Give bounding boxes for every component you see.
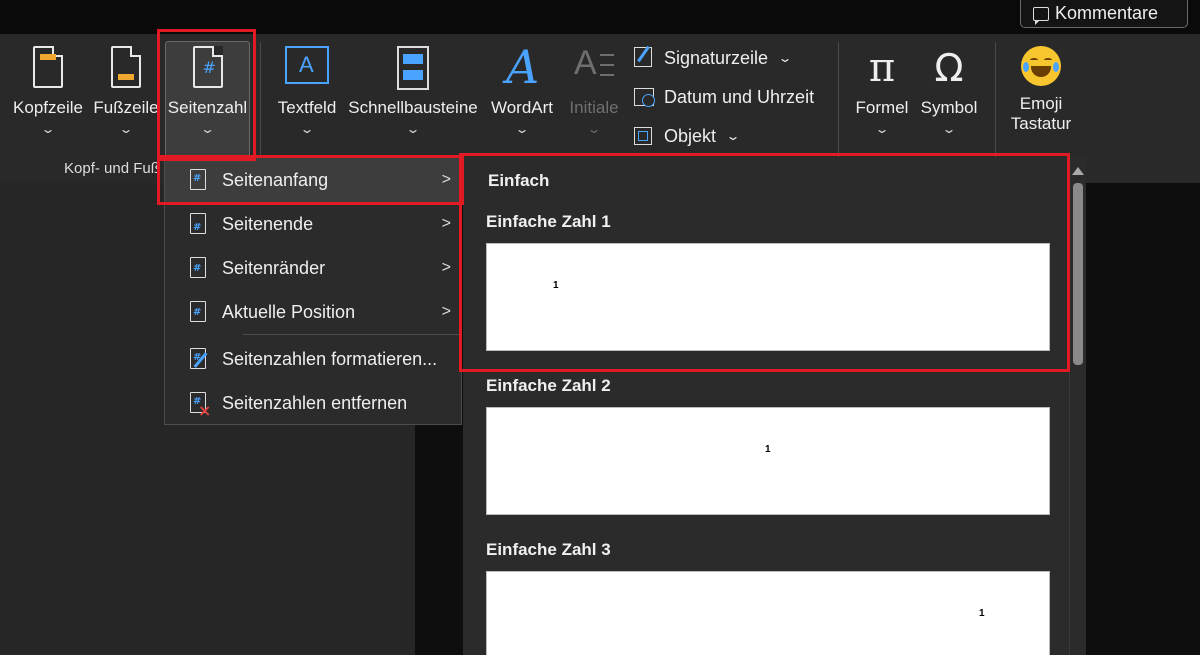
object-icon	[634, 125, 656, 147]
chevron-right-icon: >	[441, 259, 451, 276]
datum-uhrzeit-button[interactable]: Datum und Uhrzeit	[634, 86, 814, 108]
format-page-numbers-icon: #	[187, 347, 209, 371]
chevron-right-icon: >	[441, 171, 451, 188]
textfeld-button[interactable]: A Textfeld ⌄	[274, 46, 340, 135]
comments-label: Kommentare	[1055, 3, 1159, 23]
seitenzahl-label: Seitenzahl	[167, 98, 248, 117]
chevron-down-icon: ⌄	[725, 129, 741, 143]
wordart-icon: A	[506, 40, 540, 94]
schnellbausteine-label: Schnellbausteine	[348, 98, 478, 117]
ribbon-divider	[995, 42, 996, 170]
pi-icon: π	[868, 45, 896, 91]
seitenzahl-menu: # Seitenanfang > # Seitenende > # Seiten…	[164, 157, 462, 425]
chevron-down-icon: ⌄	[586, 122, 602, 136]
page-number-preview: 1	[979, 608, 985, 619]
menu-item-label: Seitenende	[222, 213, 314, 234]
signaturzeile-button[interactable]: Signaturzeile ⌄	[634, 45, 793, 69]
datum-label: Datum und Uhrzeit	[664, 86, 815, 107]
emoji-icon	[1021, 46, 1061, 86]
scrollbar-thumb[interactable]	[1073, 183, 1083, 365]
menu-item-seitenende[interactable]: # Seitenende >	[165, 202, 461, 246]
schnellbausteine-button[interactable]: Schnellbausteine ⌄	[346, 46, 480, 135]
seitenzahl-content[interactable]: # Seitenzahl ⌄	[165, 46, 250, 135]
objekt-label: Objekt	[664, 125, 717, 146]
chevron-down-icon: ⌄	[777, 51, 793, 65]
fusszeile-button[interactable]: Fußzeile ⌄	[92, 46, 160, 135]
page-bottom-icon: #	[187, 212, 209, 236]
menu-item-seitenraender[interactable]: # Seitenränder >	[165, 246, 461, 290]
chevron-right-icon: >	[441, 215, 451, 232]
initiale-label: Initiale	[569, 98, 619, 117]
menu-item-entfernen[interactable]: # × Seitenzahlen entfernen	[165, 381, 461, 425]
textbox-icon: A	[285, 46, 329, 84]
formel-label: Formel	[855, 98, 909, 117]
kopfzeile-button[interactable]: Kopfzeile ⌄	[10, 46, 86, 135]
kopfzeile-label: Kopfzeile	[13, 98, 83, 117]
wordart-label: WordArt	[490, 98, 554, 117]
fusszeile-label: Fußzeile	[93, 98, 159, 117]
gallery-option-einfache-zahl-2[interactable]: 1	[486, 407, 1050, 515]
objekt-button[interactable]: Objekt ⌄	[634, 125, 741, 147]
quick-parts-icon	[397, 46, 429, 90]
emoji-keyboard-button[interactable]: Emoji Tastatur	[1004, 46, 1078, 134]
gallery-scrollbar[interactable]	[1069, 157, 1086, 655]
signaturzeile-label: Signaturzeile	[664, 47, 769, 68]
symbol-label: Symbol	[920, 98, 978, 117]
menu-item-label: Seitenzahlen formatieren...	[222, 348, 438, 369]
footer-icon	[111, 46, 141, 88]
signature-line-icon	[634, 45, 656, 69]
tastatur-label: Tastatur	[1010, 114, 1072, 133]
menu-item-aktuelle-position[interactable]: # Aktuelle Position >	[165, 290, 461, 334]
gallery-option-einfache-zahl-3[interactable]: 1	[486, 571, 1050, 655]
chevron-down-icon: ⌄	[941, 122, 957, 136]
menu-item-label: Seitenzahlen entfernen	[222, 392, 408, 413]
initiale-button[interactable]: A Initiale ⌄	[564, 44, 624, 135]
ribbon-divider	[838, 42, 839, 170]
emoji-label: Emoji	[1019, 94, 1063, 113]
comment-icon	[1033, 6, 1049, 25]
comments-button[interactable]: Kommentare	[1020, 0, 1188, 28]
ribbon-divider	[260, 42, 261, 170]
textfeld-label: Textfeld	[277, 98, 337, 117]
symbol-button[interactable]: Ω Symbol ⌄	[916, 46, 982, 135]
page-number-preview: 1	[765, 444, 771, 455]
omega-icon: Ω	[934, 46, 964, 90]
menu-item-label: Seitenränder	[222, 257, 326, 278]
scroll-up-icon[interactable]	[1072, 167, 1084, 175]
page-number-icon: #	[192, 46, 223, 88]
page-number-preview: 1	[553, 280, 559, 291]
remove-page-numbers-icon: # ×	[187, 391, 211, 420]
calendar-clock-icon	[634, 86, 656, 108]
menu-item-label: Seitenanfang	[222, 169, 329, 190]
gallery-option-einfache-zahl-1[interactable]: 1	[486, 243, 1050, 351]
menu-item-label: Aktuelle Position	[222, 301, 356, 322]
menu-item-seitenanfang[interactable]: # Seitenanfang >	[165, 158, 461, 202]
header-icon	[33, 46, 63, 88]
page-top-icon: #	[187, 168, 209, 192]
chevron-down-icon: ⌄	[199, 122, 216, 136]
gallery-option-title: Einfache Zahl 2	[486, 376, 611, 395]
seitenanfang-gallery: Einfach Einfache Zahl 1 1 Einfache Zahl …	[463, 157, 1069, 655]
wordart-button[interactable]: A WordArt ⌄	[486, 40, 558, 135]
formel-button[interactable]: π Formel ⌄	[851, 46, 913, 135]
gallery-option-title: Einfache Zahl 1	[486, 212, 611, 231]
gallery-section-header: Einfach	[488, 171, 550, 190]
page-margins-icon: #	[187, 256, 209, 280]
document-canvas-right	[1086, 183, 1200, 655]
menu-item-formatieren[interactable]: # Seitenzahlen formatieren...	[165, 337, 461, 381]
current-position-icon: #	[187, 300, 209, 324]
chevron-right-icon: >	[441, 303, 451, 320]
menu-divider	[243, 334, 461, 335]
drop-cap-icon: A	[572, 44, 616, 90]
title-bar: Kommentare	[0, 0, 1200, 34]
gallery-option-title: Einfache Zahl 3	[486, 540, 611, 559]
group-label-kopf-fuss: Kopf- und Fuß	[64, 160, 160, 177]
